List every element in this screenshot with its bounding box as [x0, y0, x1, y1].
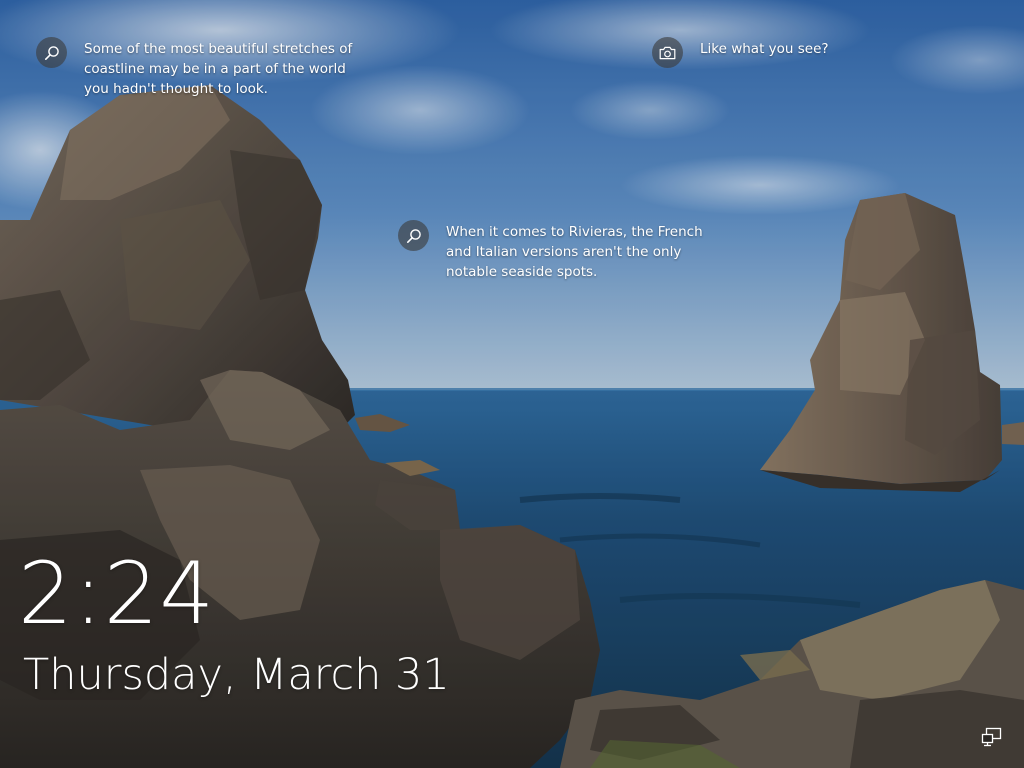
spotlight-like-what-you-see[interactable]: Like what you see?	[652, 37, 900, 68]
spotlight-text[interactable]: Some of the most beautiful stretches of …	[84, 39, 374, 99]
search-icon[interactable]	[36, 37, 67, 68]
spotlight-text[interactable]: Like what you see?	[700, 39, 900, 59]
spotlight-text[interactable]: When it comes to Rivieras, the French an…	[446, 222, 726, 282]
search-icon[interactable]	[398, 220, 429, 251]
lock-clock: 2:24	[18, 544, 216, 644]
spotlight-hotspot-coastline[interactable]: Some of the most beautiful stretches of …	[36, 37, 374, 99]
network-icon[interactable]	[981, 727, 1003, 747]
spotlight-hotspot-rivieras[interactable]: When it comes to Rivieras, the French an…	[398, 220, 726, 282]
camera-icon[interactable]	[652, 37, 683, 68]
lock-screen[interactable]: Some of the most beautiful stretches of …	[0, 0, 1024, 768]
lock-date: Thursday, March 31	[23, 650, 450, 700]
